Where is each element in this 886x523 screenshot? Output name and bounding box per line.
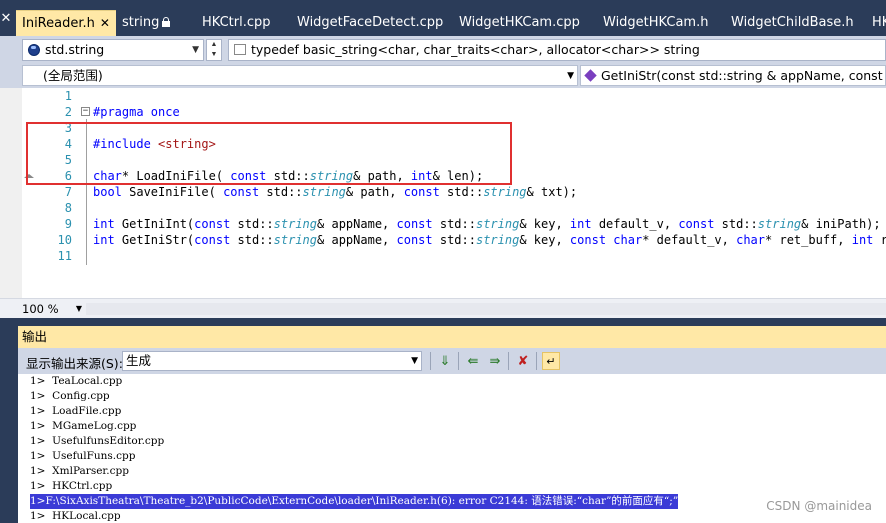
code-line[interactable]: 2− #pragma once xyxy=(0,104,886,120)
line-number: 2 xyxy=(64,105,72,119)
chevron-down-icon: ▼ xyxy=(567,71,574,81)
chevron-down-icon: ▼ xyxy=(411,356,418,366)
output-source-dropdown[interactable]: 生成 ▼ xyxy=(122,351,422,371)
annotation-highlight-box xyxy=(26,122,512,185)
tab-close-icon[interactable]: ✕ xyxy=(100,11,110,35)
document-tab-strip: ✕ IniReader.h ✕ string HKCtrl.cpp WidgetF… xyxy=(0,0,886,36)
panel-splitter[interactable] xyxy=(0,318,886,326)
chevron-down-icon: ▼ xyxy=(75,304,82,313)
code-line[interactable]: 1 xyxy=(0,88,886,104)
output-line[interactable]: 1> UsefulfunsEditor.cpp xyxy=(30,434,164,449)
typedef-value: typedef basic_string<char, char_traits<c… xyxy=(251,42,700,57)
tab-label: HKCtrl.cpp xyxy=(202,15,271,30)
method-icon xyxy=(584,69,597,82)
output-line[interactable]: 1> HKLocal.cpp xyxy=(30,509,121,523)
toolbar-separator xyxy=(508,352,509,370)
spin-button[interactable]: ▲ ▼ xyxy=(206,39,222,61)
clear-all-icon[interactable]: ✘ xyxy=(514,352,532,370)
code-text: #pragma once xyxy=(93,105,180,119)
output-content[interactable]: 1> TeaLocal.cpp 1> Config.cpp 1> LoadFile.… xyxy=(18,374,886,523)
tab-hkctrl-cpp[interactable]: HKCtrl.cpp xyxy=(202,12,271,36)
output-panel-title: 输出 xyxy=(18,326,886,348)
line-number: 8 xyxy=(64,201,72,215)
output-left-gutter xyxy=(0,326,18,523)
go-to-location-icon[interactable]: ⇓ xyxy=(436,352,454,370)
code-line[interactable]: 10 int GetIniStr(const std::string& appNa… xyxy=(0,232,886,248)
output-line[interactable]: 1> TeaLocal.cpp xyxy=(30,374,122,389)
output-source-value: 生成 xyxy=(126,353,152,368)
editor-status-bar: 100 % ▼ xyxy=(0,298,886,318)
tab-label: IniReader.h xyxy=(22,16,95,31)
typedef-icon xyxy=(234,44,246,55)
tab-widgethkcam-cpp[interactable]: WidgetHKCam.cpp xyxy=(459,12,580,36)
previous-message-icon[interactable]: ⇚ xyxy=(464,352,482,370)
tab-widgetchildbase-h[interactable]: WidgetChildBase.h xyxy=(731,12,854,36)
watermark: CSDN @mainidea xyxy=(766,499,872,513)
tab-label: WidgetChildBase.h xyxy=(731,15,854,30)
code-text: int GetIniStr(const std::string& appName… xyxy=(93,233,886,247)
globe-icon xyxy=(28,44,40,56)
global-scope-value: (全局范围) xyxy=(43,68,103,83)
output-line[interactable]: 1> Config.cpp xyxy=(30,389,110,404)
code-text: int GetIniInt(const std::string& appName… xyxy=(93,217,881,231)
member-dropdown[interactable]: GetIniStr(const std::string & appName, c… xyxy=(580,65,886,86)
output-source-label: 显示输出来源(S): xyxy=(26,356,123,371)
output-line[interactable]: 1> MGameLog.cpp xyxy=(30,419,136,434)
type-scope-dropdown[interactable]: std.string ▼ xyxy=(22,39,204,61)
output-line[interactable]: 1> UsefulFuns.cpp xyxy=(30,449,135,464)
collapse-icon[interactable]: − xyxy=(81,107,90,116)
tab-widgethkcam-h[interactable]: WidgetHKCam.h xyxy=(603,12,708,36)
type-scope-value: std.string xyxy=(45,42,105,57)
output-line[interactable]: 1> LoadFile.cpp xyxy=(30,404,121,419)
zoom-value: 100 % xyxy=(22,302,59,316)
navigation-bar-types: std.string ▼ ▲ ▼ typedef basic_string<cha… xyxy=(0,36,886,64)
tab-string[interactable]: string xyxy=(122,12,171,36)
tab-hk-overflow[interactable]: HK xyxy=(872,12,886,36)
line-number: 10 xyxy=(57,233,72,247)
code-text: bool SaveIniFile( const std::string& pat… xyxy=(93,185,578,199)
tab-label: string xyxy=(122,15,160,30)
member-value: GetIniStr(const std::string & appName, c… xyxy=(601,68,886,83)
output-line[interactable]: 1> HKCtrl.cpp xyxy=(30,479,112,494)
horizontal-scrollbar[interactable] xyxy=(86,303,886,315)
output-line[interactable]: 1> XmlParser.cpp xyxy=(30,464,129,479)
line-number: 11 xyxy=(57,249,72,263)
toggle-word-wrap-icon[interactable]: ↵ xyxy=(542,352,560,370)
output-toolbar: 显示输出来源(S): 生成 ▼ ⇓ ⇚ ⇛ ✘ ↵ xyxy=(18,348,886,374)
lock-icon xyxy=(162,17,171,27)
tab-inireader-h[interactable]: IniReader.h ✕ xyxy=(16,10,116,36)
tab-label: WidgetFaceDetect.cpp xyxy=(297,15,444,30)
line-number: 9 xyxy=(64,217,72,231)
line-number: 1 xyxy=(64,89,72,103)
code-line[interactable]: 9 int GetIniInt(const std::string& appNam… xyxy=(0,216,886,232)
tab-widgetfacedetect-cpp[interactable]: WidgetFaceDetect.cpp xyxy=(297,12,443,36)
line-number: 7 xyxy=(64,185,72,199)
code-editor[interactable]: 1 2− #pragma once 3 4 #include <string> 5 6 char… xyxy=(0,88,886,298)
chevron-down-icon: ▼ xyxy=(192,45,199,55)
navigation-bar-scope: (全局范围) ▼ GetIniStr(const std::string & a… xyxy=(0,64,886,88)
global-scope-dropdown[interactable]: (全局范围) ▼ xyxy=(22,65,578,86)
tab-label: WidgetHKCam.cpp xyxy=(459,15,580,30)
code-line[interactable]: 8 xyxy=(0,200,886,216)
close-icon[interactable]: ✕ xyxy=(0,10,12,26)
toolbar-separator xyxy=(458,352,459,370)
toolbar-separator xyxy=(430,352,431,370)
code-line[interactable]: 11 xyxy=(0,248,886,264)
toolbar-separator xyxy=(536,352,537,370)
code-line[interactable]: 7 bool SaveIniFile( const std::string& pa… xyxy=(0,184,886,200)
tab-label: HK xyxy=(872,15,886,30)
zoom-dropdown[interactable]: 100 % ▼ xyxy=(22,301,82,317)
member-definition-dropdown[interactable]: typedef basic_string<char, char_traits<c… xyxy=(228,39,886,61)
tab-label: WidgetHKCam.h xyxy=(603,15,709,30)
next-message-icon[interactable]: ⇛ xyxy=(486,352,504,370)
output-line-selected[interactable]: 1>F:\SixAxisTheatra\Theatre_b2\PublicCod… xyxy=(30,494,679,509)
